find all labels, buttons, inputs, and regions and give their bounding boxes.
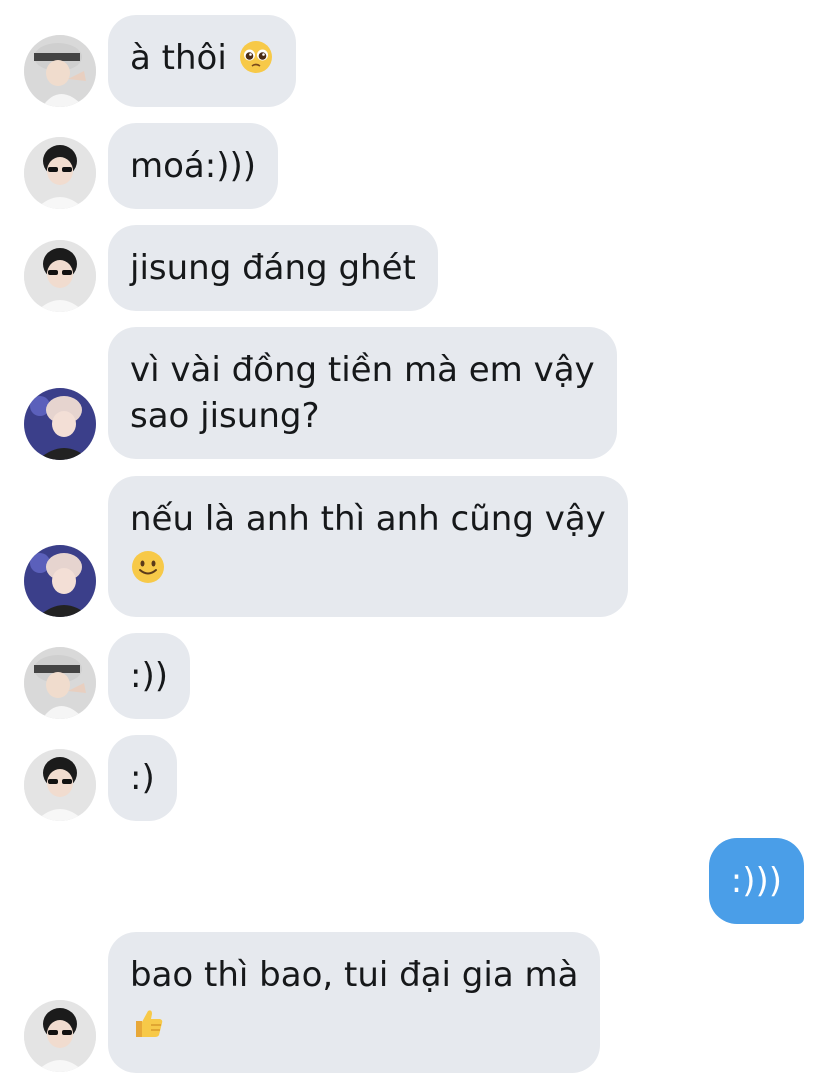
avatar-photo-icon	[24, 749, 96, 821]
avatar-photo-icon	[24, 35, 96, 107]
message-bubble[interactable]: vì vài đồng tiền mà em vậy sao jisung?	[108, 327, 617, 459]
avatar-user-a[interactable]	[24, 35, 96, 107]
pleading-face-icon	[239, 40, 272, 73]
message-bubble[interactable]: bao thì bao, tui đại gia mà	[108, 932, 601, 1073]
avatar-user-b[interactable]	[24, 240, 96, 312]
message-text: à thôi	[130, 38, 227, 78]
message-text: bao thì bao, tui đại gia mà	[130, 955, 579, 995]
outgoing-message-bubble[interactable]: :)))	[708, 838, 804, 924]
avatar-photo-icon	[24, 240, 96, 312]
thumbs-up-icon	[136, 1009, 163, 1037]
message-text: vì vài đồng tiền mà em vậy	[130, 350, 595, 390]
message-bubble[interactable]: jisung đáng ghét	[108, 225, 438, 311]
avatar-photo-icon	[24, 647, 96, 719]
avatar-photo-icon	[24, 545, 96, 617]
message-bubble[interactable]: :))	[108, 633, 190, 719]
message-text: jisung đáng ghét	[130, 248, 416, 288]
message-text: sao jisung?	[130, 396, 320, 436]
avatar-user-c[interactable]	[24, 388, 96, 460]
message-text: :))	[130, 656, 168, 696]
avatar-user-b[interactable]	[24, 1000, 96, 1072]
avatar-photo-icon	[24, 137, 96, 209]
avatar-user-b[interactable]	[24, 749, 96, 821]
message-text: moá:)))	[130, 146, 257, 186]
avatar-photo-icon	[24, 1000, 96, 1072]
message-text: :)	[130, 758, 155, 798]
message-text: nếu là anh thì anh cũng vậy	[130, 499, 606, 539]
message-bubble[interactable]: à thôi	[108, 15, 296, 107]
avatar-user-b[interactable]	[24, 137, 96, 209]
message-bubble[interactable]: nếu là anh thì anh cũng vậy	[108, 476, 628, 617]
message-bubble[interactable]: moá:)))	[108, 123, 279, 209]
slightly-smiling-face-icon	[132, 550, 164, 583]
message-text: :)))	[730, 861, 782, 901]
avatar-user-a[interactable]	[24, 647, 96, 719]
message-bubble[interactable]: :)	[108, 735, 177, 821]
avatar-user-c[interactable]	[24, 545, 96, 617]
avatar-photo-icon	[24, 388, 96, 460]
